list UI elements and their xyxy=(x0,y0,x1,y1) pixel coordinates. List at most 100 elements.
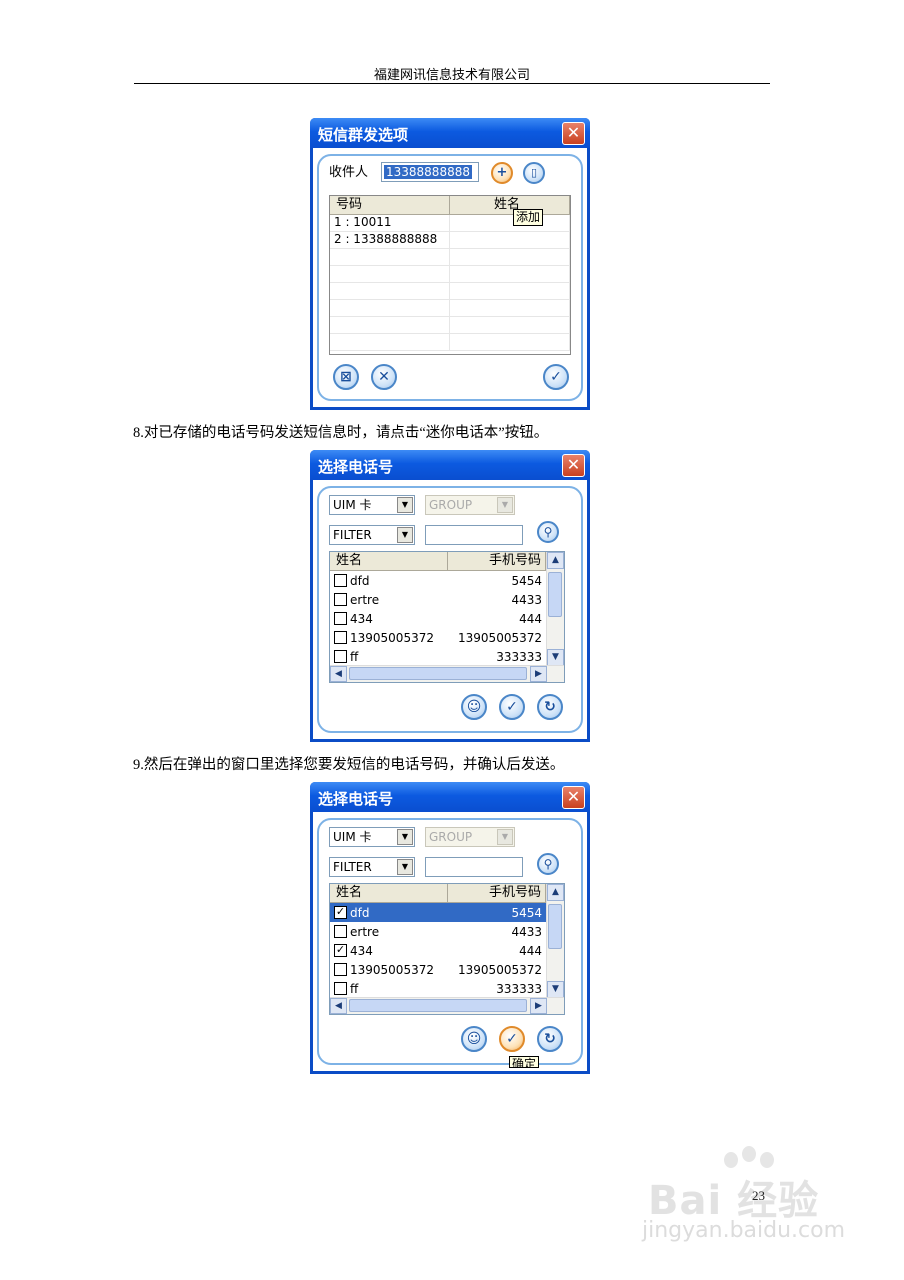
list-item-selected[interactable]: ✓ dfd 5454 xyxy=(330,903,546,922)
scroll-up-icon[interactable]: ▲ xyxy=(547,884,564,901)
grid-row[interactable]: 2 : 13388888888 xyxy=(330,232,570,249)
chevron-down-icon: ▼ xyxy=(397,859,413,875)
paw-toe xyxy=(760,1152,774,1168)
checkbox[interactable] xyxy=(334,612,347,625)
filter-select[interactable]: FILTER ▼ xyxy=(329,857,415,877)
group-value: GROUP xyxy=(429,498,473,512)
dialog-body: UIM 卡 ▼ GROUP ▼ FILTER ▼ ⚲ 姓名 手机号码 dfd 5… xyxy=(313,480,587,739)
checkbox[interactable] xyxy=(334,593,347,606)
list-item[interactable]: 13905005372 13905005372 xyxy=(330,628,564,647)
scroll-right-icon[interactable]: ▶ xyxy=(530,998,547,1014)
scroll-left-icon[interactable]: ◀ xyxy=(330,666,347,682)
column-name: 姓名 xyxy=(330,884,448,902)
vertical-scrollbar[interactable]: ▲ ▼ xyxy=(546,552,564,666)
confirm-button[interactable]: ✓ xyxy=(499,1026,525,1052)
list-item[interactable]: ertre 4433 xyxy=(330,590,564,609)
search-input[interactable] xyxy=(425,525,523,545)
scroll-down-icon[interactable]: ▼ xyxy=(547,981,564,998)
scroll-right-icon[interactable]: ▶ xyxy=(530,666,547,682)
checkbox[interactable] xyxy=(334,574,347,587)
confirm-button[interactable]: ✓ xyxy=(499,694,525,720)
list-item[interactable]: dfd 5454 xyxy=(330,571,564,590)
step9-text: 9.然后在弹出的窗口里选择您要发短信的电话号码，并确认后发送。 xyxy=(133,757,565,773)
checkbox[interactable] xyxy=(334,631,347,644)
dialog-body: 收件人 13388888888 + ▯ 号码 姓名 1 : 10011 2 : … xyxy=(313,148,587,407)
list-item[interactable]: ff 333333 xyxy=(330,647,564,666)
scroll-thumb[interactable] xyxy=(349,999,527,1012)
chevron-down-icon: ▼ xyxy=(497,829,513,845)
watermark-url: jingyan.baidu.com xyxy=(642,1218,846,1243)
dialog-title: 选择电话号 xyxy=(318,458,394,476)
horizontal-scrollbar[interactable]: ◀ ▶ xyxy=(330,997,564,1014)
recipient-input[interactable]: 13388888888 xyxy=(381,162,479,182)
list-item[interactable]: ✓ 434 444 xyxy=(330,941,564,960)
refresh-button[interactable]: ↻ xyxy=(537,694,563,720)
chevron-down-icon: ▼ xyxy=(497,497,513,513)
page-number: 23 xyxy=(752,1188,765,1203)
close-button[interactable]: ✕ xyxy=(562,454,585,477)
filter-select[interactable]: FILTER ▼ xyxy=(329,525,415,545)
dialog-panel: 收件人 13388888888 + ▯ 号码 姓名 1 : 10011 2 : … xyxy=(317,154,583,401)
source-select[interactable]: UIM 卡 ▼ xyxy=(329,827,415,847)
mini-phonebook-button[interactable]: ▯ xyxy=(523,162,545,184)
contacts-button[interactable]: ☺ xyxy=(461,694,487,720)
search-button[interactable]: ⚲ xyxy=(537,853,559,875)
contacts-button[interactable]: ☺ xyxy=(461,1026,487,1052)
checkbox[interactable] xyxy=(334,963,347,976)
dialog-body: UIM 卡 ▼ GROUP ▼ FILTER ▼ ⚲ 姓名 手机号码 ✓dfd xyxy=(313,812,587,1071)
item-name: ertre xyxy=(350,592,380,607)
item-phone: 4433 xyxy=(511,924,542,939)
scroll-left-icon[interactable]: ◀ xyxy=(330,998,347,1014)
group-value: GROUP xyxy=(429,830,473,844)
list-item[interactable]: 434 444 xyxy=(330,609,564,628)
search-input[interactable] xyxy=(425,857,523,877)
grid-row-empty xyxy=(330,266,570,283)
paw-toe xyxy=(724,1152,738,1168)
checkbox[interactable] xyxy=(334,982,347,995)
baidu-watermark: Bai 经验 jingyan.baidu.com xyxy=(640,1140,860,1250)
horizontal-scrollbar[interactable]: ◀ ▶ xyxy=(330,665,564,682)
scroll-thumb[interactable] xyxy=(548,904,562,949)
contact-list: 姓名 手机号码 ✓ dfd 5454 ertre 4433 ✓ 434 444 13… xyxy=(329,883,565,1015)
scroll-down-icon[interactable]: ▼ xyxy=(547,649,564,666)
delete-selected-button[interactable]: ⊠ xyxy=(333,364,359,390)
list-item[interactable]: ertre 4433 xyxy=(330,922,564,941)
item-phone: 4433 xyxy=(511,592,542,607)
item-name: dfd xyxy=(350,905,370,920)
column-phone: 手机号码 xyxy=(448,884,546,902)
dialog-title-bar: 选择电话号 ✕ xyxy=(310,782,590,812)
grid-row-empty xyxy=(330,249,570,266)
close-button[interactable]: ✕ xyxy=(562,786,585,809)
checkbox[interactable] xyxy=(334,650,347,663)
chevron-down-icon: ▼ xyxy=(397,497,413,513)
scroll-up-icon[interactable]: ▲ xyxy=(547,552,564,569)
source-select[interactable]: UIM 卡 ▼ xyxy=(329,495,415,515)
checkbox[interactable] xyxy=(334,925,347,938)
dialog-title: 短信群发选项 xyxy=(318,126,409,144)
scroll-thumb[interactable] xyxy=(349,667,527,680)
step8-text: 8.对已存储的电话号码发送短信息时，请点击“迷你电话本”按钮。 xyxy=(133,425,549,441)
page-header: 福建网讯信息技术有限公司 xyxy=(373,67,530,82)
vertical-scrollbar[interactable]: ▲ ▼ xyxy=(546,884,564,998)
header-rule xyxy=(134,83,770,84)
item-phone: 5454 xyxy=(448,905,546,920)
item-name: 13905005372 xyxy=(350,630,434,645)
scroll-thumb[interactable] xyxy=(548,572,562,617)
close-button[interactable]: ✕ xyxy=(562,122,585,145)
list-item[interactable]: ff 333333 xyxy=(330,979,564,998)
confirm-button[interactable]: ✓ xyxy=(543,364,569,390)
list-item[interactable]: 13905005372 13905005372 xyxy=(330,960,564,979)
clear-button[interactable]: ✕ xyxy=(371,364,397,390)
chevron-down-icon: ▼ xyxy=(397,527,413,543)
source-value: UIM 卡 xyxy=(333,830,372,844)
row-number: 2 : 13388888888 xyxy=(330,232,450,248)
add-tooltip: 添加 xyxy=(513,209,544,226)
row-number: 1 : 10011 xyxy=(330,215,450,231)
dialog-title-bar: 选择电话号 ✕ xyxy=(310,450,590,480)
refresh-button[interactable]: ↻ xyxy=(537,1026,563,1052)
checkbox-checked[interactable]: ✓ xyxy=(334,944,347,957)
add-contact-button[interactable]: + xyxy=(491,162,513,184)
search-button[interactable]: ⚲ xyxy=(537,521,559,543)
checkbox-checked[interactable]: ✓ xyxy=(334,906,347,919)
group-select: GROUP ▼ xyxy=(425,495,515,515)
